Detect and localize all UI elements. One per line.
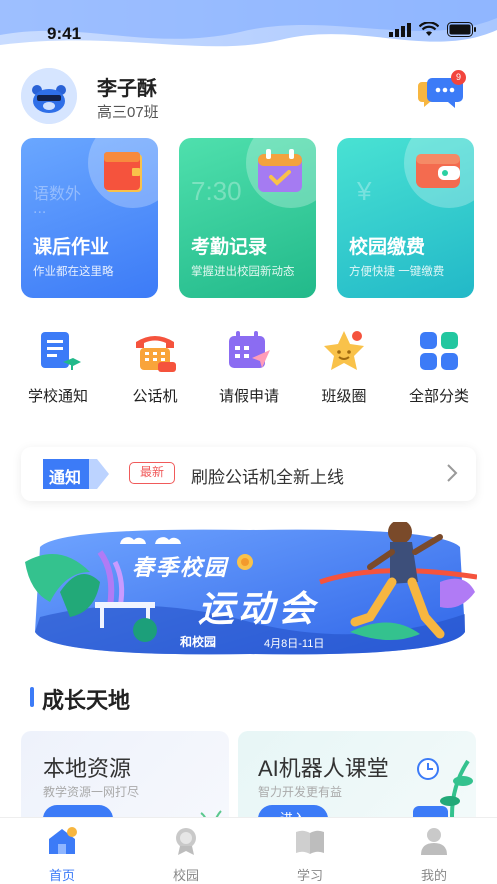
- card-ghost-text: ...: [33, 200, 47, 217]
- card-subtitle: 掌握进出校园新动态: [191, 266, 295, 278]
- medal-icon: [176, 828, 196, 855]
- shortcut-class-circle[interactable]: 班级圈: [299, 328, 389, 406]
- section-title: 成长天地: [42, 688, 131, 713]
- tab-home[interactable]: 首页: [27, 826, 97, 884]
- section-accent-bar: [30, 687, 34, 707]
- notice-doc-icon: [41, 332, 81, 370]
- status-bar: 9:41: [0, 0, 497, 60]
- book-icon: [104, 152, 142, 192]
- status-time: 9:41: [47, 24, 82, 43]
- local-resources-card[interactable]: 本地资源 教学资源一网打尽: [21, 731, 229, 826]
- chevron-right-icon: [447, 464, 458, 482]
- user-name: 李子酥: [97, 78, 157, 100]
- bear-avatar-icon: [21, 68, 77, 124]
- notice-tag-label: 通知: [49, 470, 82, 487]
- user-class: 高三07班: [97, 104, 159, 121]
- banner-date: 4月8日-11日: [264, 638, 325, 650]
- avatar[interactable]: [21, 68, 77, 124]
- tab-label: 首页: [48, 868, 75, 883]
- shortcut-public-phone[interactable]: 公话机: [110, 328, 200, 406]
- home-icon: [49, 827, 77, 854]
- star-icon: [324, 331, 364, 370]
- tab-mine[interactable]: 我的: [399, 826, 469, 884]
- new-badge: 最新: [129, 462, 175, 484]
- card-title: 考勤记录: [191, 237, 268, 258]
- tab-label: 校园: [172, 868, 199, 883]
- battery-icon: [447, 22, 476, 37]
- shortcut-label: 学校通知: [27, 388, 88, 405]
- card-ghost-text: ¥: [357, 176, 372, 206]
- shortcut-school-notice[interactable]: 学校通知: [13, 328, 103, 406]
- wifi-icon: [419, 22, 439, 36]
- status-icons: [389, 22, 477, 37]
- bottom-tab-bar: 首页 校园 学习 我的: [0, 817, 497, 883]
- tab-study[interactable]: 学习: [275, 826, 345, 884]
- card-title: 课后作业: [33, 237, 110, 258]
- shortcut-label: 公话机: [132, 388, 178, 405]
- card-ghost-text: 7:30: [191, 176, 242, 206]
- shortcut-label: 班级圈: [321, 388, 367, 405]
- payment-card[interactable]: ¥ 校园缴费 方便快捷 一键缴费: [337, 138, 474, 298]
- leave-calendar-icon: [229, 331, 270, 368]
- tab-campus[interactable]: 校园: [151, 826, 221, 884]
- phone-icon: [136, 336, 176, 372]
- banner-title: 春季校园: [132, 555, 229, 580]
- signal-icon: [389, 22, 411, 37]
- shortcut-label: 全部分类: [408, 388, 469, 405]
- ai-robot-class-card[interactable]: AI机器人课堂 智力开发更有益 进入: [238, 731, 476, 826]
- calendar-check-icon: [258, 149, 302, 192]
- banner-headline: 运动会: [198, 588, 319, 629]
- user-icon: [421, 828, 447, 855]
- homework-card[interactable]: 语数外 ... 课后作业 作业都在这里略: [21, 138, 158, 298]
- notice-bar[interactable]: 通知 最新 刷脸公话机全新上线: [21, 447, 476, 501]
- wallet-icon: [416, 154, 460, 188]
- sports-meeting-banner[interactable]: 春季校园 运动会 和校园 4月8日-11日: [20, 522, 477, 662]
- card-title: 校园缴费: [349, 237, 426, 258]
- shortcut-all-categories[interactable]: 全部分类: [394, 328, 484, 406]
- notice-text: 刷脸公话机全新上线: [191, 468, 344, 487]
- resource-title: 本地资源: [43, 756, 132, 781]
- resource-subtitle: 智力开发更有益: [258, 785, 343, 799]
- card-subtitle: 作业都在这里略: [33, 266, 114, 278]
- banner-brand: 和校园: [180, 635, 217, 649]
- message-count-badge: 9: [451, 70, 466, 85]
- resource-subtitle: 教学资源一网打尽: [43, 785, 140, 799]
- notice-tag: 通知: [43, 459, 109, 489]
- attendance-card[interactable]: 7:30 考勤记录 掌握进出校园新动态: [179, 138, 316, 298]
- open-book-icon: [296, 830, 324, 854]
- grid-icon: [420, 332, 458, 370]
- shortcut-leave-request[interactable]: 请假申请: [204, 328, 294, 406]
- shortcut-label: 请假申请: [218, 388, 279, 405]
- tab-label: 我的: [420, 868, 447, 883]
- robot-plant-illustration: [413, 758, 473, 826]
- card-subtitle: 方便快捷 一键缴费: [349, 266, 445, 278]
- tab-label: 学习: [296, 868, 323, 883]
- resource-title: AI机器人课堂: [258, 756, 389, 781]
